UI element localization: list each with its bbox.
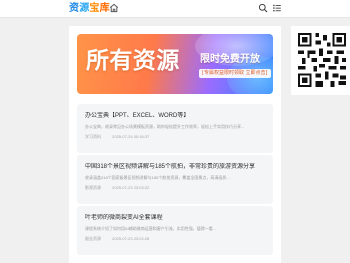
- promo-banner[interactable]: 所有资源 限时免费开放 [专属权益限时领取 立即点击]: [77, 34, 273, 94]
- post-description: 办公宝典，收录常见办公场景模板资源，助你轻松提升工作效率，轻松上手实用技巧分享.…: [85, 124, 245, 129]
- post-category[interactable]: 影视资源: [85, 185, 101, 190]
- post-date: 2025-07-23 23:03:22: [112, 185, 150, 190]
- post-category[interactable]: 副业资源: [85, 236, 101, 241]
- post-title[interactable]: 中国318个景区视频讲解与185个航拍，非常珍贵的旅游资源分享: [85, 163, 267, 171]
- post-meta: 副业资源 2025-07-23 23:02:28: [85, 236, 149, 242]
- banner-title: 所有资源: [86, 48, 180, 74]
- post-card[interactable]: 办公宝典【PPT、EXCEL、WORD等】 办公宝典，收录常见办公场景模板资源，…: [77, 104, 273, 153]
- post-title[interactable]: 办公宝典【PPT、EXCEL、WORD等】: [85, 112, 267, 120]
- home-icon[interactable]: [109, 3, 119, 13]
- post-title[interactable]: 叶老师的微商裂变AI全套课程: [85, 214, 267, 222]
- site-logo[interactable]: 资源宝库: [69, 2, 110, 15]
- post-card[interactable]: 叶老师的微商裂变AI全套课程 课程系统介绍了如何用AI辅助微商运营和客户引流，实…: [77, 206, 273, 255]
- post-description: 收录涵盖318个国家级景区视频讲解与185个航拍资源，覆盖全国景点，高清画质..…: [85, 175, 230, 180]
- banner-subtitle: 限时免费开放: [200, 54, 260, 65]
- top-navigation-bar: 资源宝库: [0, 0, 350, 17]
- post-date: 2025-07-23 23:02:28: [112, 236, 150, 241]
- qr-code-icon: [298, 33, 346, 87]
- post-category[interactable]: 学习资料: [85, 134, 101, 139]
- banner-tagline: [专属权益限时领取 立即点击]: [199, 69, 271, 78]
- header-divider: [0, 17, 350, 18]
- post-description: 课程系统介绍了如何用AI辅助微商运营和客户引流，实用性强，值得一看...: [85, 226, 217, 231]
- post-meta: 影视资源 2025-07-23 23:03:22: [85, 185, 149, 191]
- post-meta: 学习资料 2025-07-24 00:16:37: [85, 134, 149, 140]
- menu-icon[interactable]: [272, 3, 282, 13]
- post-date: 2025-07-24 00:16:37: [112, 134, 150, 139]
- search-icon[interactable]: [258, 3, 268, 13]
- post-card[interactable]: 中国318个景区视频讲解与185个航拍，非常珍贵的旅游资源分享 收录涵盖318个…: [77, 155, 273, 204]
